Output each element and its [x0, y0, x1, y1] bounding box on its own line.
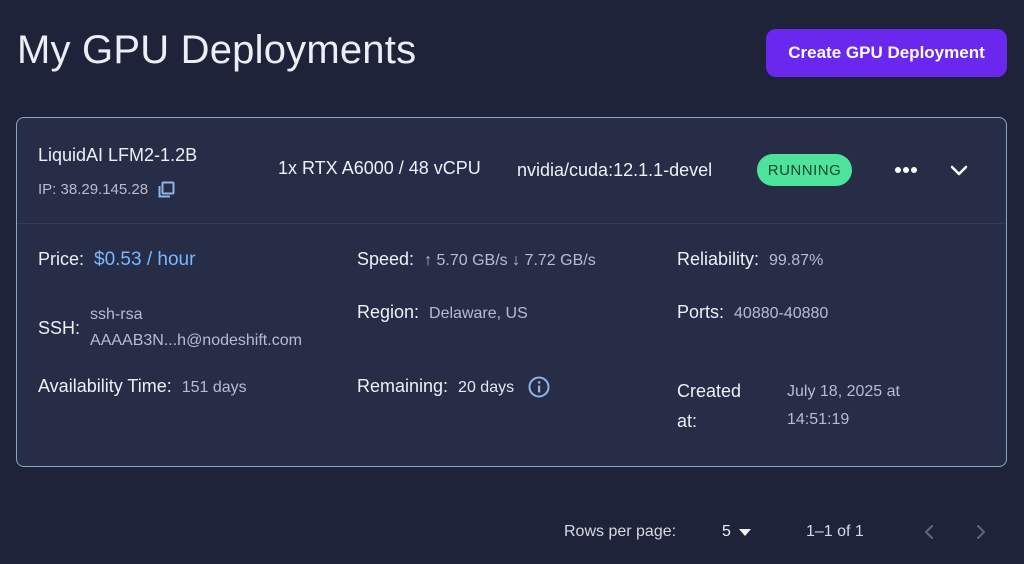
chevron-left-icon [924, 524, 934, 540]
deployment-ip: IP: 38.29.145.28 [38, 181, 149, 198]
ports-field: Ports: 40880-40880 [677, 302, 828, 323]
deployment-image: nvidia/cuda:12.1.1-devel [517, 160, 713, 180]
price-label: Price: [38, 249, 85, 269]
availability-label: Availability Time: [38, 376, 172, 396]
created-value-line2: 14:51:19 [787, 411, 850, 428]
ssh-value: ssh-rsa AAAAB3N...h@nodeshift.com [90, 302, 302, 354]
caret-down-icon [738, 528, 751, 536]
created-label: Created at: [677, 376, 777, 436]
created-label-line1: Created [677, 381, 742, 401]
rows-per-page-label: Rows per page: [564, 523, 677, 540]
expand-button[interactable] [940, 154, 978, 186]
speed-value: ↑ 5.70 GB/s ↓ 7.72 GB/s [424, 252, 596, 269]
created-value-line1: July 18, 2025 at [787, 383, 900, 400]
created-value: July 18, 2025 at 14:51:19 [787, 376, 900, 434]
created-field: Created at: July 18, 2025 at 14:51:19 [677, 376, 900, 436]
region-value: Delaware, US [429, 305, 528, 322]
deployment-gpu: 1x RTX A6000 / 48 vCPU [278, 158, 481, 178]
next-page-button[interactable] [970, 521, 992, 543]
deployment-name: LiquidAI LFM2-1.2B [38, 145, 198, 165]
price-field: Price: $0.53 / hour [38, 249, 195, 271]
ssh-label: SSH: [38, 317, 81, 338]
speed-label: Speed: [357, 249, 415, 269]
availability-value: 151 days [181, 379, 247, 396]
status-badge: RUNNING [757, 154, 852, 186]
more-horizontal-icon [895, 167, 917, 173]
reliability-field: Reliability: 99.87% [677, 249, 823, 270]
remaining-value: 20 days [458, 379, 515, 396]
region-label: Region: [357, 302, 420, 322]
created-label-line2: at: [677, 411, 698, 431]
ssh-field: SSH: ssh-rsa AAAAB3N...h@nodeshift.com [38, 302, 302, 354]
pagination: Rows per page: 5 1–1 of 1 [0, 521, 1024, 545]
speed-field: Speed: ↑ 5.70 GB/s ↓ 7.72 GB/s [357, 249, 596, 270]
copy-icon[interactable] [157, 180, 176, 199]
ports-value: 40880-40880 [734, 305, 829, 322]
price-value: $0.53 / hour [94, 249, 196, 270]
deployment-card: LiquidAI LFM2-1.2B IP: 38.29.145.28 1x R… [16, 117, 1007, 467]
remaining-label: Remaining: [357, 376, 449, 396]
chevron-down-icon [950, 165, 968, 176]
availability-field: Availability Time: 151 days [38, 376, 247, 397]
rows-per-page-select[interactable]: 5 [722, 523, 751, 541]
more-options-button[interactable] [887, 154, 925, 186]
ports-label: Ports: [677, 302, 725, 322]
create-gpu-deployment-button[interactable]: Create GPU Deployment [766, 29, 1007, 77]
ssh-value-line2: AAAAB3N...h@nodeshift.com [90, 332, 302, 349]
page-title: My GPU Deployments [17, 28, 417, 72]
previous-page-button[interactable] [918, 521, 940, 543]
reliability-label: Reliability: [677, 249, 760, 269]
deployment-card-header[interactable]: LiquidAI LFM2-1.2B IP: 38.29.145.28 1x R… [17, 118, 1006, 224]
rows-per-page-value: 5 [722, 523, 731, 540]
remaining-field: Remaining: 20 days [357, 376, 550, 398]
info-icon[interactable] [528, 376, 550, 398]
region-field: Region: Delaware, US [357, 302, 528, 323]
pagination-range: 1–1 of 1 [806, 523, 864, 540]
ssh-value-line1: ssh-rsa [90, 306, 143, 323]
chevron-right-icon [976, 524, 986, 540]
reliability-value: 99.87% [769, 252, 824, 269]
deployment-ip-row: IP: 38.29.145.28 [38, 180, 176, 199]
